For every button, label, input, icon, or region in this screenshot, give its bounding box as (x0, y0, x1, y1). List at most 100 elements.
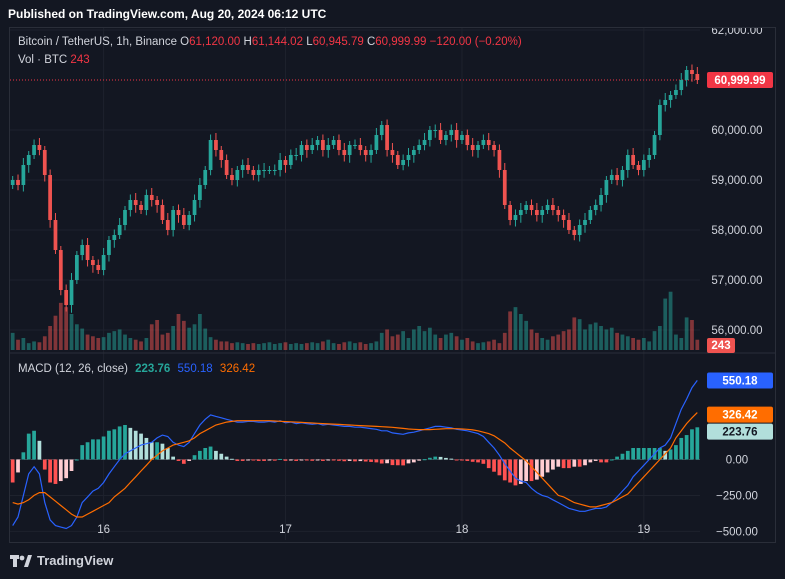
macd-hist-bar (74, 459, 79, 461)
candle-body (449, 130, 454, 135)
volume-bar (481, 342, 486, 350)
macd-hist-bar (192, 455, 197, 460)
volume-bar (101, 337, 106, 350)
candle-body (128, 200, 133, 210)
candle-body (326, 145, 331, 150)
candle-body (422, 140, 427, 145)
volume-bar (593, 322, 598, 350)
candle-body (101, 255, 106, 270)
volume-bar (123, 334, 127, 350)
macd-hist-bar (176, 459, 181, 461)
chart-frame[interactable]: 62,000.00 60,000.00 59,000.00 58,000.00 57,0… (9, 27, 776, 543)
candle-body (181, 215, 186, 225)
macd-hist-bar (267, 459, 272, 461)
volume-bar (609, 327, 614, 350)
volume-bar (272, 344, 277, 350)
macd-hist-bar (288, 459, 293, 461)
candle-body (625, 155, 630, 170)
macd-hist-bar (128, 427, 133, 460)
ohlc-legend: Bitcoin / TetherUS, 1h, Binance O61,120.… (18, 36, 522, 48)
candle-body (208, 140, 213, 170)
macd-hist-bar (337, 459, 341, 461)
macd-hist-bar (567, 459, 571, 469)
volume-bar (176, 314, 181, 350)
published-header: Published on TradingView.com, Aug 20, 20… (8, 7, 327, 21)
macd-hist-bar (599, 459, 603, 463)
volume-bar (690, 320, 694, 350)
volume-bar (347, 341, 352, 350)
candle-body (658, 105, 662, 135)
tradingview-logo-icon (10, 554, 32, 567)
volume-bar (534, 332, 539, 350)
volume-bar (26, 343, 31, 350)
candle-body (534, 210, 539, 215)
volume-bar (374, 341, 379, 350)
macd-hist-bar (117, 426, 122, 460)
volume-bar (224, 341, 229, 350)
time-tick-label: 16 (97, 524, 110, 536)
candle-body (337, 140, 341, 150)
macd-hist-bar (91, 439, 95, 460)
volume-bar (363, 344, 368, 350)
volume-bar (454, 336, 459, 350)
macd-hist-bar (476, 459, 480, 463)
candle-body (454, 130, 459, 140)
macd-hist-bar (214, 450, 218, 460)
volume-bar (203, 328, 208, 350)
candle-body (74, 255, 79, 280)
macd-hist-bar (422, 459, 427, 461)
volume-bar (32, 341, 36, 350)
volume-bar (16, 339, 20, 350)
candle-body (545, 205, 550, 210)
volume-bar (658, 326, 662, 350)
macd-hist-bar (85, 442, 90, 460)
candle-body (262, 170, 266, 171)
candle-body (133, 200, 138, 205)
volume-label: Vol · BTC (18, 54, 68, 66)
candle-body (583, 220, 587, 225)
macd-hist-bar (690, 429, 694, 460)
candle-body (353, 145, 357, 146)
candle-body (117, 225, 122, 235)
candle-body (379, 125, 384, 135)
macd-hist-bar (534, 459, 539, 480)
chart-canvas[interactable]: 62,000.00 60,000.00 59,000.00 58,000.00 57,0… (10, 28, 775, 542)
candle-body (32, 145, 36, 155)
volume-bar (385, 329, 389, 350)
volume-bar (460, 339, 464, 350)
macd-hist-bar (513, 459, 518, 486)
macd-hist-bar (203, 448, 208, 460)
last-price-tag: 60,999.99 (714, 75, 765, 87)
open-value: 61,120.00 (189, 36, 241, 48)
candle-body (460, 135, 464, 140)
tradingview-footer[interactable]: TradingView (10, 553, 113, 568)
candle-body (224, 160, 229, 175)
candle-body (465, 135, 470, 145)
macd-hist-bar (631, 448, 636, 460)
volume-bar (492, 339, 496, 350)
candle-body (58, 250, 63, 290)
candle-body (16, 180, 20, 185)
macd-hist-bar (331, 459, 336, 461)
candle-body (593, 205, 598, 210)
macd-hist-bar (684, 435, 689, 460)
candle-body (674, 90, 678, 95)
candle-body (219, 150, 224, 160)
candle-body (599, 195, 603, 205)
macd-hist-bar (481, 459, 486, 464)
candle-body (165, 220, 170, 230)
volume-bar (513, 307, 518, 350)
volume-bar (171, 326, 176, 350)
volume-bar (267, 342, 272, 350)
volume-bar (198, 314, 202, 350)
macd-hist-bar (609, 459, 614, 461)
volume-bar (331, 343, 336, 350)
candle-body (647, 155, 652, 160)
candle-body (572, 230, 577, 235)
volume-bar (187, 327, 192, 350)
volume-bar (326, 339, 331, 350)
volume-bar (288, 344, 293, 350)
volume-bar (155, 320, 159, 350)
price-tick-label: 62,000.00 (711, 28, 762, 37)
candle-body (299, 145, 304, 155)
